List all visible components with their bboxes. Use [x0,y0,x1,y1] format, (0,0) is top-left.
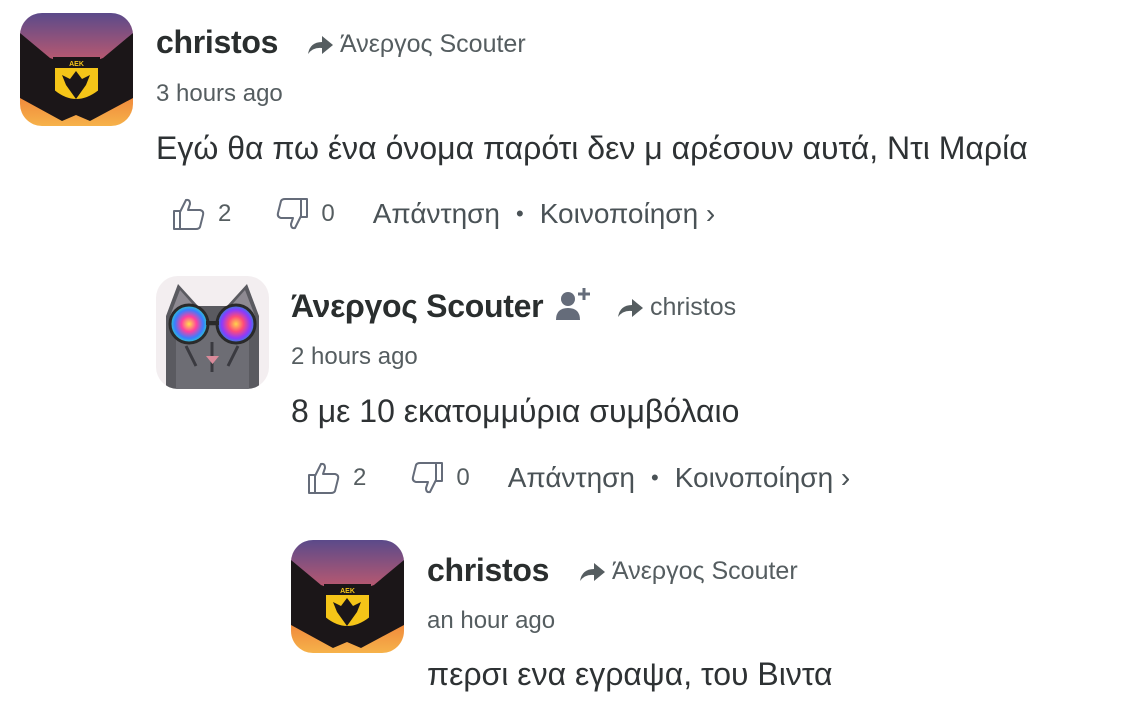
reply-button[interactable]: Απάντηση [373,198,500,230]
svg-text:ΑΕΚ: ΑΕΚ [69,61,84,68]
add-user-icon[interactable] [554,286,594,322]
comment-actions: 2 0 Απάντηση • Κοινοποίηση › [307,461,850,495]
galaxy-cat-avatar [156,276,269,389]
separator-dot: • [516,201,524,226]
upvote-button[interactable]: 2 [307,461,410,495]
thumbs-down-icon [277,198,309,230]
reply-to-link[interactable]: Άνεργος Scouter [306,30,526,59]
aek-heart-hands-avatar: ΑΕΚ [20,13,133,126]
share-arrow-icon [580,562,605,581]
share-button[interactable]: Κοινοποίηση › [540,198,716,230]
share-arrow-icon [308,35,333,54]
downvote-button[interactable]: 0 [410,461,507,495]
reply-button[interactable]: Απάντηση [508,462,635,494]
thumbs-up-icon [308,462,340,494]
separator-dot: • [651,465,659,490]
downvote-button[interactable]: 0 [275,197,372,231]
aek-heart-hands-avatar: ΑΕΚ [291,540,404,653]
share-button[interactable]: Κοινοποίηση › [675,462,851,494]
downvote-count: 0 [456,464,470,491]
thumbs-up-icon [173,198,205,230]
reply-to-name: Άνεργος Scouter [340,30,526,58]
upvote-count: 2 [218,200,232,227]
comment-text: περσι ενα εγραψα, του Βιντα [427,656,833,692]
timestamp[interactable]: 3 hours ago [156,80,283,108]
upvote-count: 2 [353,464,367,491]
downvote-count: 0 [321,200,335,227]
avatar[interactable]: ΑΕΚ [20,13,133,126]
upvote-button[interactable]: 2 [172,197,275,231]
timestamp[interactable]: 2 hours ago [291,343,418,371]
timestamp[interactable]: an hour ago [427,607,555,635]
avatar[interactable] [156,276,269,389]
author-name[interactable]: christos [156,24,278,61]
share-arrow-icon [618,298,643,317]
comment-text: 8 με 10 εκατομμύρια συμβόλαιο [291,393,740,429]
comment-text: Εγώ θα πω ένα όνομα παρότι δεν μ αρέσουν… [156,130,1028,166]
comment-actions: 2 0 Απάντηση • Κοινοποίηση › [172,197,715,231]
reply-to-link[interactable]: christos [616,293,736,322]
thumbs-down-icon [412,462,444,494]
reply-to-name: christos [650,293,737,321]
reply-to-link[interactable]: Άνεργος Scouter [578,557,798,586]
author-name[interactable]: christos [427,552,549,589]
avatar[interactable]: ΑΕΚ [291,540,404,653]
reply-to-name: Άνεργος Scouter [612,557,798,585]
svg-text:ΑΕΚ: ΑΕΚ [340,588,355,595]
author-name[interactable]: Άνεργος Scouter [291,288,544,325]
